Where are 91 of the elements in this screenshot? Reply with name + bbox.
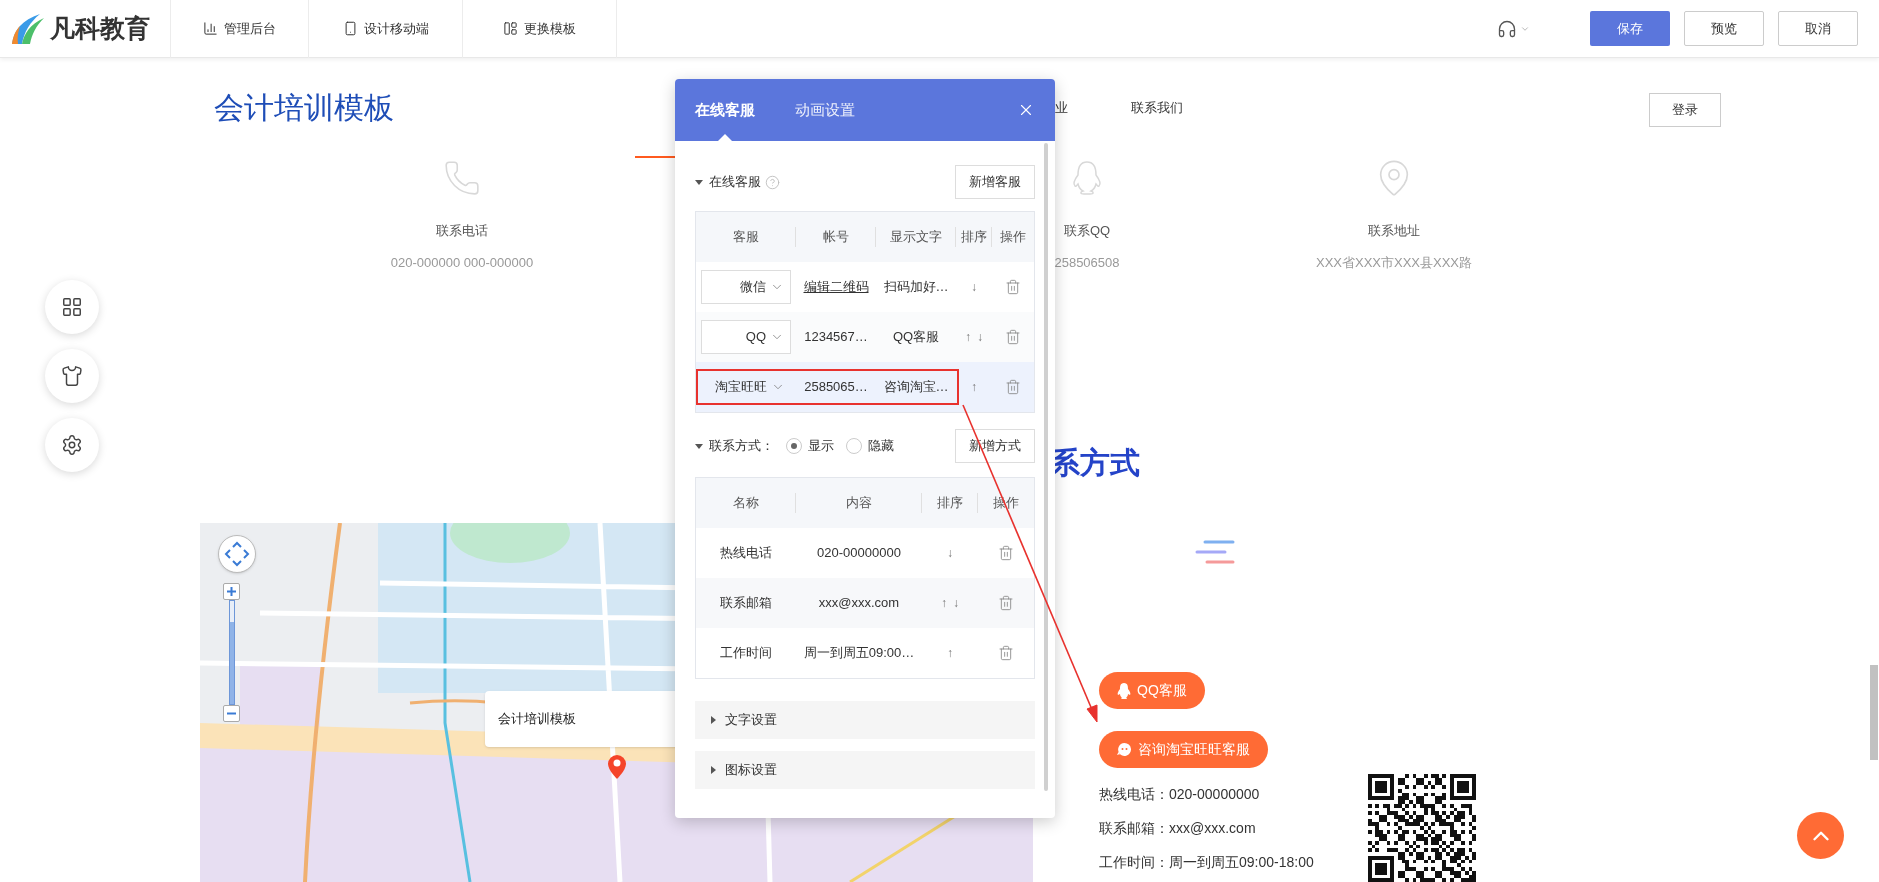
table-row[interactable]: 淘宝旺旺 2585065… 咨询淘宝… ↑	[696, 362, 1034, 412]
service-type-select[interactable]: QQ	[701, 320, 791, 354]
dialog-tab[interactable]: 在线客服	[695, 79, 755, 141]
trash-icon[interactable]	[1005, 379, 1021, 395]
smartphone-icon	[342, 21, 358, 36]
back-to-top-button[interactable]	[1797, 812, 1844, 859]
headset-icon[interactable]	[1497, 18, 1517, 39]
table-cell-text: 1234567…	[803, 328, 869, 347]
caret-down-icon[interactable]	[695, 178, 703, 186]
service-type-select[interactable]: 微信	[701, 270, 791, 304]
settings-icon	[61, 434, 83, 456]
side-tool-button[interactable]	[45, 349, 99, 403]
trash-icon[interactable]	[1005, 279, 1021, 295]
table-cell-text: 联系邮箱	[719, 594, 773, 613]
column-header: 帐号	[796, 227, 876, 247]
contact-value: 020-000000 000-000000	[390, 253, 534, 272]
column-header: 操作	[999, 228, 1027, 247]
chat-face-icon	[1117, 742, 1132, 757]
dialog-tab[interactable]: 动画设置	[795, 79, 855, 141]
trash-icon[interactable]	[1005, 329, 1021, 345]
phone-icon	[443, 159, 481, 197]
arrows-icon	[224, 541, 250, 567]
section-title: 联系方式：	[709, 437, 774, 456]
section-title: 图标设置	[725, 761, 777, 780]
bubble-text: 会计培训模板	[498, 710, 576, 729]
side-tool-button[interactable]	[45, 280, 99, 334]
column-header: 内容	[796, 493, 922, 513]
zoom-out-button[interactable]	[223, 705, 240, 722]
column-header: 显示文字	[876, 227, 956, 247]
save-button[interactable]: 保存	[1590, 11, 1670, 46]
toolbar-button[interactable]: 预览	[1684, 11, 1764, 46]
plus-icon	[227, 587, 236, 596]
column-header: 排序	[956, 227, 992, 247]
dialog-scrollbar[interactable]	[1044, 143, 1048, 791]
contact-line: 热线电话：020-00000000	[1099, 785, 1261, 804]
table-cell-text: 2585065…	[803, 378, 869, 397]
logo-text: 凡科教育	[50, 12, 150, 44]
section-title: 文字设置	[725, 711, 777, 730]
radio-label: 显示	[808, 437, 834, 456]
nav-tab[interactable]: 更换模板	[462, 0, 616, 58]
table-cell-text: 热线电话	[719, 544, 773, 563]
chart-icon	[203, 21, 218, 36]
table-cell-text: QQ客服	[891, 328, 941, 347]
radio-label: 隐藏	[868, 437, 894, 456]
contact-label: 联系QQ	[1063, 222, 1111, 240]
site-title: 会计培训模板	[214, 91, 394, 124]
contact-value: 258506508	[1054, 253, 1120, 272]
radio-button[interactable]	[846, 438, 862, 454]
table-row[interactable]: QQ 1234567… QQ客服 ↑ ↓	[696, 312, 1034, 362]
site-nav-link[interactable]: 业	[1055, 98, 1068, 118]
zoom-in-button[interactable]	[223, 583, 240, 600]
collapsible-section[interactable]: 文字设置	[695, 701, 1035, 739]
contact-label: 联系电话	[436, 222, 488, 240]
add-service-button[interactable]: 新增客服	[955, 165, 1035, 199]
section-title: 在线客服	[709, 173, 761, 192]
edit-qr-link[interactable]: 编辑二维码	[796, 277, 876, 297]
column-header: 客服	[696, 227, 796, 247]
collapsible-section[interactable]: 图标设置	[695, 751, 1035, 789]
penguin-icon	[1117, 682, 1131, 699]
radio-button[interactable]	[786, 438, 802, 454]
table-cell-text: 扫码加好…	[882, 278, 950, 297]
contact-line: 联系邮箱：xxx@xxx.com	[1099, 819, 1257, 838]
table-cell-text: 工作时间	[719, 644, 773, 663]
trash-icon[interactable]	[998, 545, 1014, 561]
zoom-slider-track[interactable]	[228, 600, 235, 705]
trash-icon[interactable]	[998, 595, 1014, 611]
table-cell-text: xxx@xxx.com	[817, 594, 901, 613]
shirt-icon	[61, 365, 83, 387]
caret-right-icon[interactable]	[709, 766, 717, 774]
table-cell-text: 咨询淘宝…	[882, 378, 950, 397]
contact-value: XXX省XXX市XXX县XXX路	[1315, 253, 1473, 272]
column-header: 名称	[696, 493, 796, 513]
service-type-select[interactable]: 淘宝旺旺	[701, 370, 791, 404]
toolbar-button[interactable]: 取消	[1778, 11, 1858, 46]
nav-tab[interactable]: 管理后台	[170, 0, 308, 58]
contact-label: 联系地址	[1368, 222, 1420, 240]
layout-icon	[503, 21, 518, 36]
scrollbar-thumb[interactable]	[1870, 665, 1878, 760]
table-cell-text: 020-00000000	[816, 544, 902, 563]
caret-down-icon[interactable]	[695, 442, 703, 450]
side-tool-button[interactable]	[45, 418, 99, 472]
table-cell-text: 周一到周五09:00…	[802, 644, 916, 663]
column-header: 排序	[922, 493, 978, 513]
contact-line: 工作时间：周一到周五09:00-18:00	[1099, 853, 1315, 872]
site-nav-link[interactable]: 联系我们	[1131, 98, 1183, 118]
grid-icon	[61, 296, 83, 318]
nav-tab[interactable]: 设计移动端	[308, 0, 462, 58]
decorative-lines	[1195, 540, 1235, 565]
map-marker-icon	[608, 755, 626, 779]
trash-icon[interactable]	[998, 645, 1014, 661]
login-button[interactable]: 登录	[1649, 93, 1721, 127]
